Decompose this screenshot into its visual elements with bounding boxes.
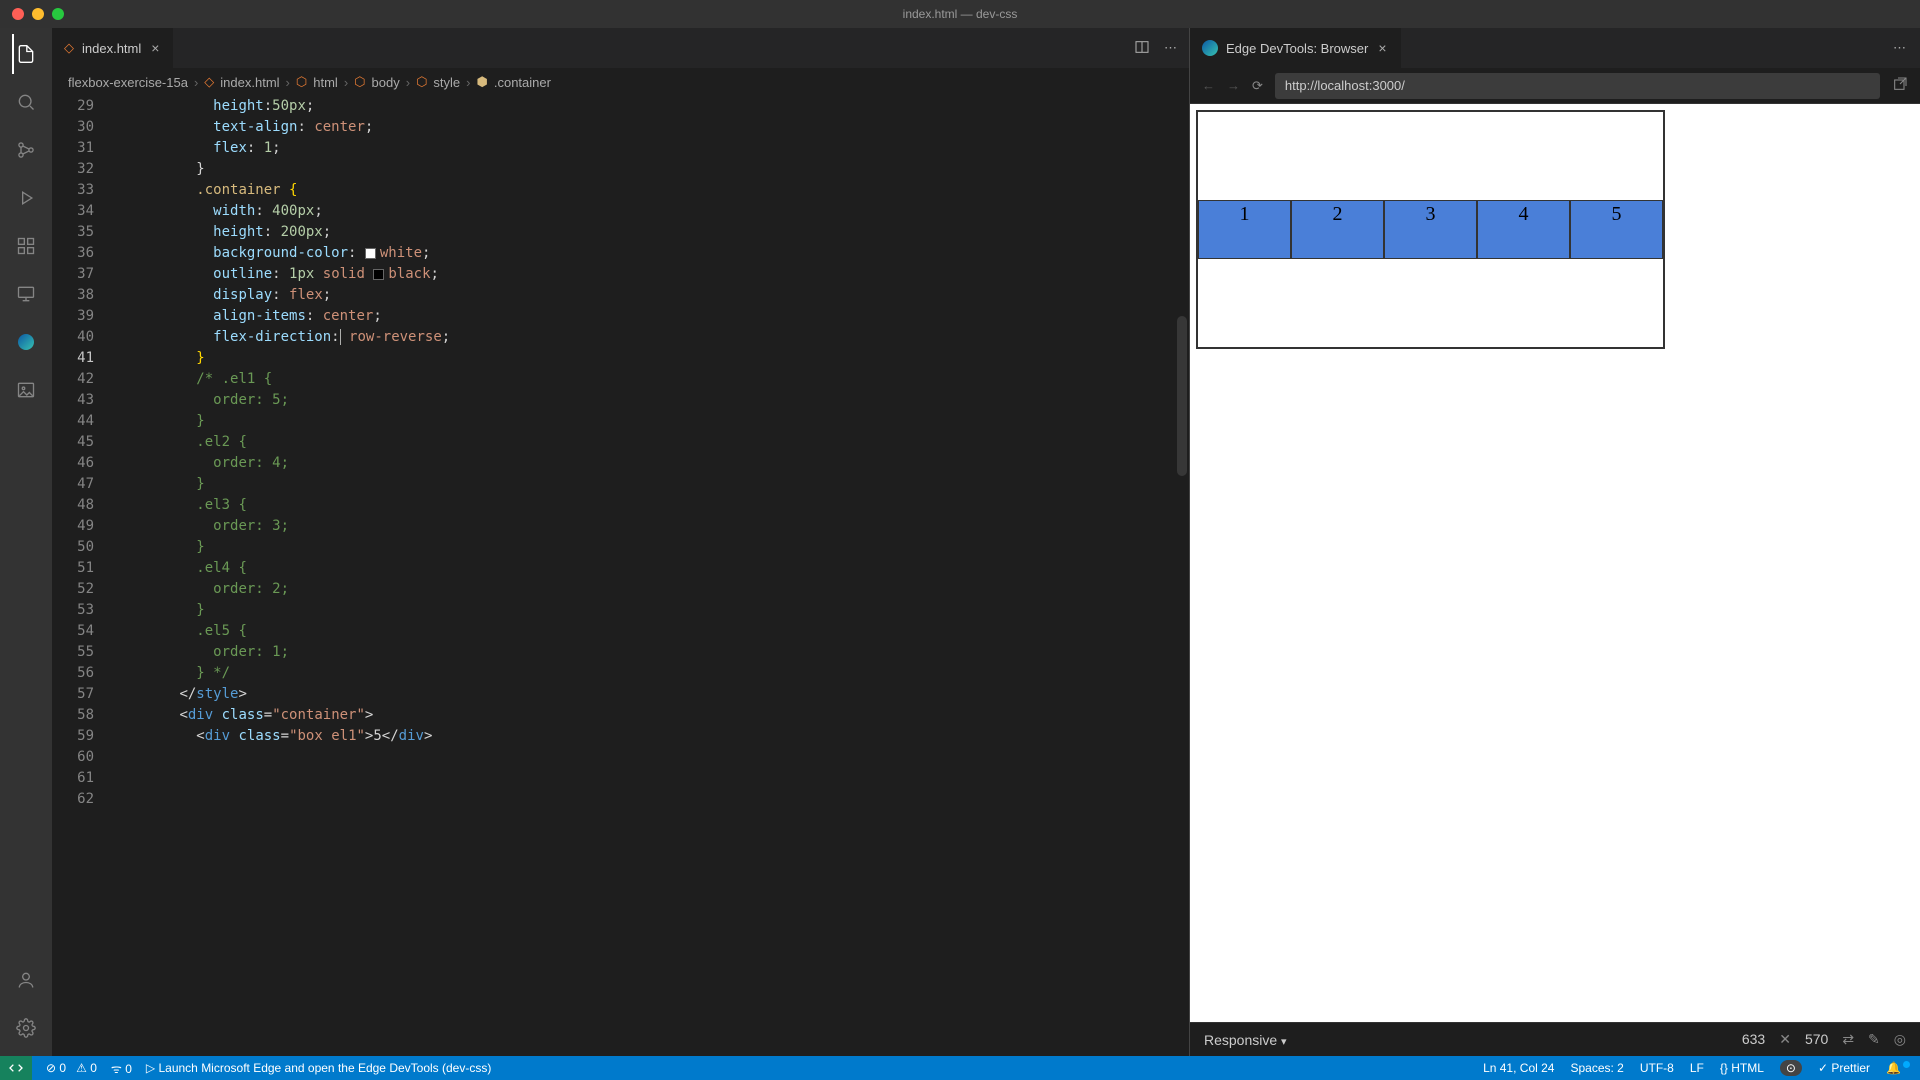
warning-icon: ⚠ [76, 1061, 87, 1075]
breadcrumb-item[interactable]: body [372, 75, 400, 90]
demo-flex-container: 1 2 3 4 5 [1198, 112, 1663, 347]
language-mode[interactable]: {} HTML [1720, 1061, 1764, 1075]
traffic-lights [0, 8, 64, 20]
account-icon[interactable] [12, 966, 40, 994]
breadcrumb-item[interactable]: .container [494, 75, 551, 90]
problems-badge[interactable]: ⊘ 0 ⚠ 0 [46, 1061, 97, 1075]
more-actions-icon[interactable]: ⋯ [1164, 40, 1177, 56]
breadcrumb-item[interactable]: flexbox-exercise-15a [68, 75, 188, 90]
search-icon[interactable] [12, 88, 40, 116]
extensions-icon[interactable] [12, 232, 40, 260]
demo-box: 3 [1384, 200, 1477, 259]
cursor-position[interactable]: Ln 41, Col 24 [1483, 1061, 1554, 1075]
source-control-icon[interactable] [12, 136, 40, 164]
breadcrumb-item[interactable]: index.html [220, 75, 279, 90]
remote-indicator[interactable] [0, 1056, 32, 1080]
editor-group: ◇ index.html × ⋯ flexbox-exercise-15a › … [52, 28, 1190, 1056]
html-element-icon: ⬡ [354, 74, 365, 90]
error-icon: ⊘ [46, 1061, 56, 1075]
browser-toolbar: ← → ⟳ http://localhost:3000/ [1190, 68, 1920, 104]
preview-tab-bar: Edge DevTools: Browser × ⋯ [1190, 28, 1920, 68]
open-external-icon[interactable] [1892, 76, 1908, 95]
chevron-right-icon: › [406, 75, 410, 90]
url-input[interactable]: http://localhost:3000/ [1275, 73, 1880, 99]
notifications-icon[interactable]: 🔔 [1886, 1061, 1910, 1075]
browser-viewport: 1 2 3 4 5 [1190, 104, 1920, 1022]
eol-status[interactable]: LF [1690, 1061, 1704, 1075]
image-icon[interactable] [12, 376, 40, 404]
inspect-icon[interactable]: ◎ [1894, 1031, 1906, 1048]
check-icon: ✓ [1818, 1061, 1828, 1075]
edge-tools-icon[interactable] [12, 328, 40, 356]
html-file-icon: ◇ [204, 74, 214, 90]
demo-box: 4 [1477, 200, 1570, 259]
reload-button-icon[interactable]: ⟳ [1252, 78, 1263, 94]
code-braces-icon: {} [1720, 1061, 1728, 1075]
close-tab-icon[interactable]: × [149, 40, 161, 56]
breadcrumb[interactable]: flexbox-exercise-15a › ◇ index.html › ⬡ … [52, 68, 1189, 96]
debug-launch-icon: ▷ [146, 1061, 155, 1075]
split-editor-icon[interactable] [1134, 39, 1150, 58]
forward-button-icon[interactable]: → [1227, 78, 1240, 93]
copilot-icon[interactable]: ⊙ [1780, 1060, 1802, 1076]
code-editor[interactable]: 2930313233343536373839404142434445464748… [52, 96, 1189, 1056]
device-mode-dropdown[interactable]: Responsive ▾ [1204, 1032, 1287, 1048]
url-text: http://localhost:3000/ [1285, 78, 1405, 93]
chevron-right-icon: › [286, 75, 290, 90]
window-title: index.html — dev-css [903, 7, 1018, 21]
antenna-icon: ᯤ [111, 1062, 122, 1076]
chevron-right-icon: › [466, 75, 470, 90]
breadcrumb-item[interactable]: html [313, 75, 338, 90]
demo-box: 5 [1570, 200, 1663, 259]
preview-tab-title: Edge DevTools: Browser [1226, 41, 1368, 56]
settings-gear-icon[interactable] [12, 1014, 40, 1042]
chevron-down-icon: ▾ [1281, 1036, 1287, 1048]
window-zoom-button[interactable] [52, 8, 64, 20]
back-button-icon[interactable]: ← [1202, 78, 1215, 93]
explorer-icon[interactable] [12, 40, 40, 68]
more-actions-icon[interactable]: ⋯ [1893, 40, 1920, 56]
encoding-status[interactable]: UTF-8 [1640, 1061, 1674, 1075]
editor-tab-index-html[interactable]: ◇ index.html × [52, 28, 174, 68]
viewport-height-input[interactable]: 570 [1805, 1031, 1828, 1048]
window-minimize-button[interactable] [32, 8, 44, 20]
chevron-right-icon: › [194, 75, 198, 90]
launch-edge-status[interactable]: ▷ Launch Microsoft Edge and open the Edg… [146, 1061, 491, 1075]
indentation-status[interactable]: Spaces: 2 [1570, 1061, 1623, 1075]
window-close-button[interactable] [12, 8, 24, 20]
status-bar: ⊘ 0 ⚠ 0 ᯤ 0 ▷ Launch Microsoft Edge and … [0, 1056, 1920, 1080]
editor-tab-bar: ◇ index.html × ⋯ [52, 28, 1189, 68]
demo-box: 1 [1198, 200, 1291, 259]
device-toolbar: Responsive ▾ 633 ✕ 570 ⇄ ✎ ◎ [1190, 1022, 1920, 1056]
rotate-icon[interactable]: ⇄ [1842, 1031, 1854, 1048]
chevron-right-icon: › [344, 75, 348, 90]
demo-box: 2 [1291, 200, 1384, 259]
edge-browser-icon [1202, 40, 1218, 56]
preview-tab-devtools[interactable]: Edge DevTools: Browser × [1190, 28, 1401, 68]
activity-bar [0, 28, 52, 1056]
remote-explorer-icon[interactable] [12, 280, 40, 308]
breadcrumb-item[interactable]: style [433, 75, 460, 90]
html-element-icon: ⬡ [416, 74, 427, 90]
prettier-status[interactable]: ✓ Prettier [1818, 1061, 1870, 1075]
debug-icon[interactable] [12, 184, 40, 212]
close-tab-icon[interactable]: × [1376, 40, 1388, 56]
ports-status[interactable]: ᯤ 0 [111, 1060, 132, 1077]
screenshot-wand-icon[interactable]: ✎ [1868, 1031, 1880, 1048]
html-element-icon: ⬡ [296, 74, 307, 90]
html-file-icon: ◇ [64, 40, 74, 56]
minimap-scrollbar[interactable] [1173, 96, 1189, 1056]
dimension-separator: ✕ [1779, 1031, 1791, 1048]
viewport-width-input[interactable]: 633 [1742, 1031, 1765, 1048]
window-titlebar: index.html — dev-css [0, 0, 1920, 28]
css-selector-icon: ⬢ [477, 74, 488, 90]
preview-panel: Edge DevTools: Browser × ⋯ ← → ⟳ http://… [1190, 28, 1920, 1056]
tab-filename: index.html [82, 41, 141, 56]
